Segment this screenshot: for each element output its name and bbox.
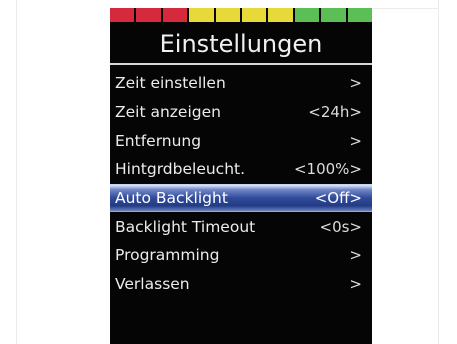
menu-item-value: > bbox=[349, 275, 362, 294]
menu-title: Einstellungen bbox=[159, 30, 323, 58]
menu-item-label: Backlight Timeout bbox=[115, 217, 256, 236]
menu-item-zeit-einstellen[interactable]: Zeit einstellen > bbox=[110, 69, 372, 98]
menu-item-label: Hintgrdbeleucht. bbox=[115, 160, 246, 179]
menu-item-auto-backlight[interactable]: Auto Backlight <Off> bbox=[110, 183, 372, 213]
page-background: Einstellungen Zeit einstellen > Zeit anz… bbox=[0, 0, 457, 344]
frame-border-right bbox=[438, 0, 439, 344]
battery-segment-red bbox=[162, 8, 188, 22]
battery-segment-yellow bbox=[242, 8, 267, 22]
battery-segment-yellow bbox=[215, 8, 241, 22]
battery-level-bar bbox=[110, 8, 372, 22]
frame-border-left bbox=[16, 0, 17, 344]
menu-item-label: Auto Backlight bbox=[115, 189, 228, 208]
title-divider bbox=[110, 63, 372, 65]
settings-menu: Zeit einstellen > Zeit anzeigen <24h> En… bbox=[110, 69, 372, 299]
battery-segment-red bbox=[110, 8, 135, 22]
menu-item-value: > bbox=[349, 74, 362, 93]
menu-item-value: <100%> bbox=[293, 160, 362, 179]
menu-item-label: Zeit anzeigen bbox=[115, 103, 221, 122]
menu-item-zeit-anzeigen[interactable]: Zeit anzeigen <24h> bbox=[110, 98, 372, 127]
menu-item-entfernung[interactable]: Entfernung > bbox=[110, 126, 372, 155]
menu-item-value: > bbox=[349, 246, 362, 265]
menu-item-verlassen[interactable]: Verlassen > bbox=[110, 270, 372, 299]
battery-segment-green bbox=[347, 8, 372, 22]
menu-item-label: Entfernung bbox=[115, 131, 202, 150]
menu-item-label: Zeit einstellen bbox=[115, 74, 226, 93]
menu-item-value: <0s> bbox=[319, 217, 363, 236]
menu-item-value: <Off> bbox=[314, 189, 362, 208]
menu-item-label: Verlassen bbox=[115, 275, 190, 294]
menu-item-backlight-timeout[interactable]: Backlight Timeout <0s> bbox=[110, 212, 372, 241]
frame-border-top bbox=[372, 8, 439, 9]
battery-segment-green bbox=[321, 8, 346, 22]
menu-item-label: Programming bbox=[115, 246, 220, 265]
battery-segment-yellow bbox=[268, 8, 293, 22]
menu-item-programming[interactable]: Programming > bbox=[110, 241, 372, 270]
battery-segment-green bbox=[294, 8, 320, 22]
battery-segment-yellow bbox=[189, 8, 214, 22]
menu-item-hintergrundbeleuchtung[interactable]: Hintgrdbeleucht. <100%> bbox=[110, 155, 372, 184]
menu-item-value: <24h> bbox=[308, 103, 362, 122]
device-display: Einstellungen Zeit einstellen > Zeit anz… bbox=[110, 8, 372, 344]
menu-item-value: > bbox=[349, 131, 362, 150]
battery-segment-red bbox=[136, 8, 161, 22]
